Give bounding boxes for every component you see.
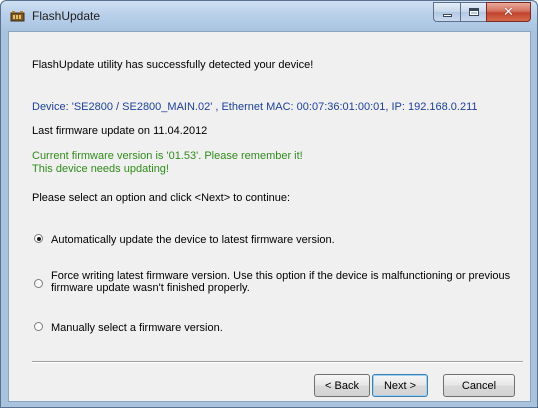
flashupdate-app-icon [10,10,26,23]
title-bar[interactable]: FlashUpdate ✕ [1,1,537,31]
radio-manual-select[interactable] [34,322,43,331]
option-force-write-label: Force writing latest firmware version. U… [51,270,510,294]
option-auto-update-label: Automatically update the device to lates… [51,234,335,246]
current-version-text: Current firmware version is '01.53'. Ple… [32,150,303,162]
cancel-button[interactable]: Cancel [443,374,515,397]
separator [32,361,523,363]
option-force-write-line1: Force writing latest firmware version. U… [51,270,511,282]
minimize-button[interactable] [433,2,460,22]
dialog-client-area: FlashUpdate utility has successfully det… [8,31,531,402]
radio-auto-update[interactable] [34,234,43,243]
last-update-text: Last firmware update on 11.04.2012 [32,125,208,137]
option-force-write-line2: firmware update wasn't finished properly… [51,282,250,294]
device-info: Device: 'SE2800 / SE2800_MAIN.02' , Ethe… [32,101,478,113]
close-icon: ✕ [503,4,514,20]
radio-force-write[interactable] [34,279,43,288]
needs-update-text: This device needs updating! [32,163,169,175]
success-message: FlashUpdate utility has successfully det… [32,59,314,71]
back-button[interactable]: < Back [314,374,370,397]
minimize-icon [442,13,452,17]
option-manual-select[interactable]: Manually select a firmware version. [34,322,223,334]
close-button[interactable]: ✕ [486,2,531,22]
maximize-icon [468,8,479,16]
flashupdate-window: FlashUpdate ✕ FlashUpdate utility has su… [0,0,538,408]
option-auto-update[interactable]: Automatically update the device to lates… [34,234,335,246]
maximize-button[interactable] [460,2,486,22]
caption-buttons: ✕ [433,2,531,22]
option-force-write[interactable]: Force writing latest firmware version. U… [34,270,510,294]
option-manual-select-label: Manually select a firmware version. [51,322,223,334]
window-title: FlashUpdate [32,9,101,23]
instruction-text: Please select an option and click <Next>… [32,192,291,204]
next-button[interactable]: Next > [372,374,428,397]
